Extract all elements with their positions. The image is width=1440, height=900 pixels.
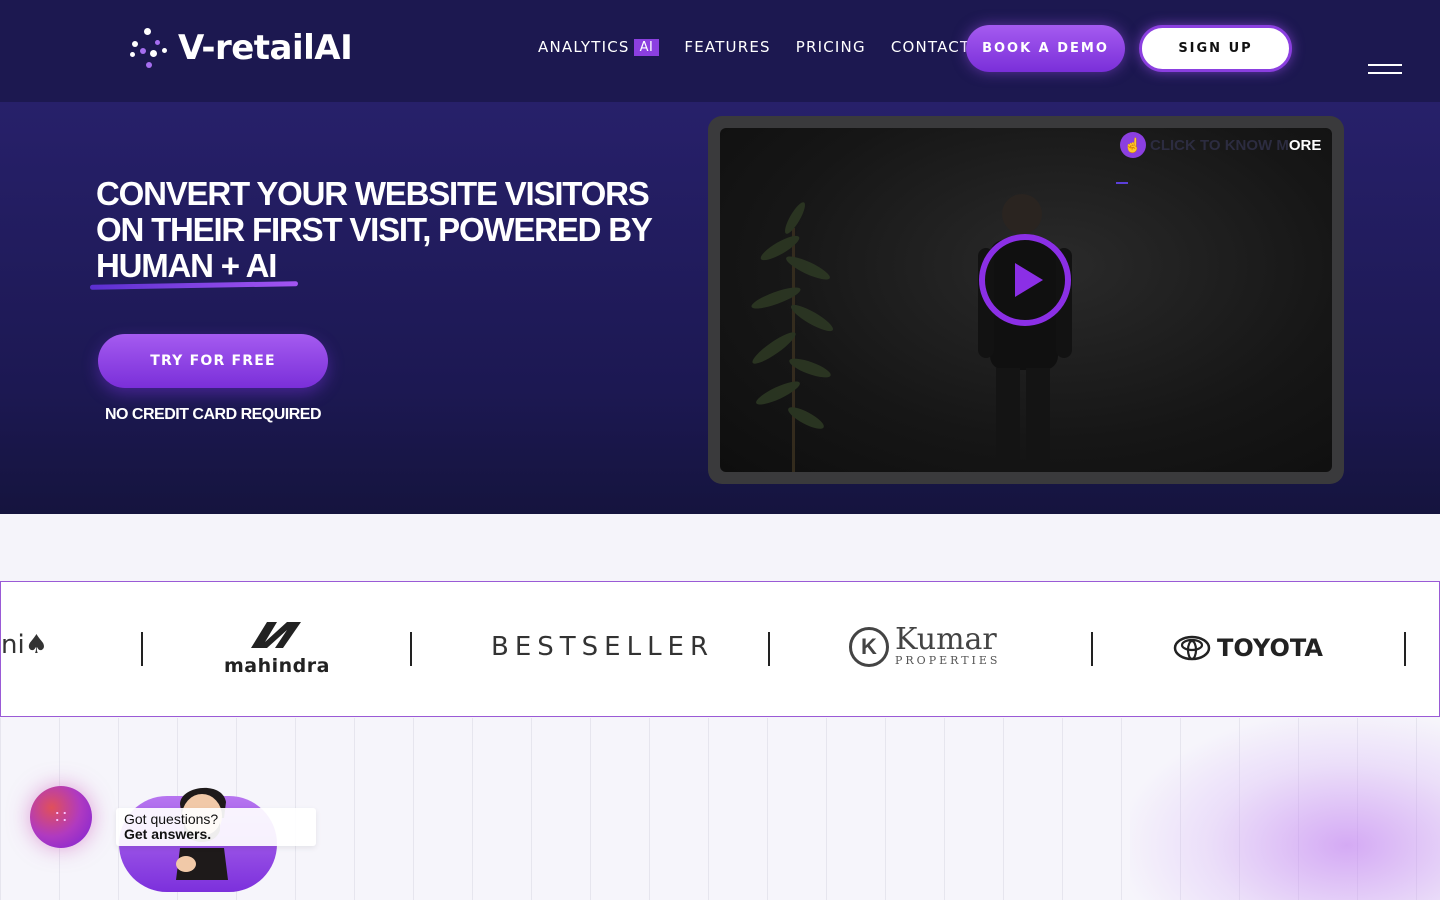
ai-badge: AI	[633, 38, 660, 56]
plant-image	[751, 202, 833, 472]
video-frame: ☝ CLICK TO KNOW M ORE	[708, 116, 1344, 484]
logo-divider	[410, 632, 412, 666]
chat-prompt-line1: Got questions?	[124, 811, 219, 827]
toyota-wordmark: TOYOTA	[1217, 634, 1323, 662]
play-icon	[1015, 263, 1043, 297]
nav-link-features[interactable]: FEATURES	[684, 38, 770, 56]
client-logos-strip: ni♠ mahindra BESTSELLER K Kumar PROPERTI…	[0, 581, 1440, 717]
brand-partial-text: ni	[1, 630, 25, 660]
nav-link-pricing[interactable]: PRICING	[796, 38, 866, 56]
brand-logo[interactable]: V-retailAI	[128, 24, 353, 72]
no-credit-card-note: NO CREDIT CARD REQUIRED	[104, 406, 322, 423]
sign-up-button[interactable]: SIGN UP	[1139, 25, 1292, 72]
hand-pointer-icon: ☝	[1120, 132, 1146, 158]
video-progress-mark	[1116, 182, 1128, 184]
try-for-free-button[interactable]: TRY FOR FREE	[98, 334, 328, 388]
logo-divider	[1091, 632, 1093, 666]
kumar-emblem-icon: K	[849, 626, 889, 667]
brand-logo-toyota: TOYOTA	[1173, 634, 1323, 662]
logo-divider	[1404, 632, 1406, 666]
top-navbar: V-retailAI ANALYTICS AI FEATURES PRICING…	[0, 0, 1440, 102]
play-video-button[interactable]	[979, 234, 1071, 326]
logo-divider	[141, 632, 143, 666]
toyota-emblem-icon	[1173, 635, 1211, 661]
brand-logo-kumar-properties: K Kumar PROPERTIES	[849, 622, 1001, 667]
click-to-know-more-faded: CLICK TO KNOW M	[1150, 136, 1289, 154]
logo-dots-icon	[128, 26, 172, 70]
nav-links: ANALYTICS AI FEATURES PRICING CONTACT	[538, 38, 995, 56]
spade-icon: ♠	[24, 630, 49, 660]
click-to-know-more[interactable]: ☝ CLICK TO KNOW M ORE	[1120, 132, 1321, 158]
brand-logo-mahindra: mahindra	[223, 620, 331, 677]
chat-assistant-orb[interactable]: ∷	[30, 786, 92, 848]
nav-link-analytics[interactable]: ANALYTICS AI	[538, 38, 660, 56]
nav-link-contact[interactable]: CONTACT	[891, 38, 971, 56]
hamburger-menu-icon[interactable]	[1368, 64, 1402, 74]
brand-logo-partial: ni♠	[1, 630, 48, 660]
sparkle-dots-icon: ∷	[55, 807, 67, 827]
click-to-know-more-visible: ORE	[1288, 136, 1322, 154]
chat-prompt-bubble[interactable]: Got questions? Get answers.	[116, 808, 316, 846]
kumar-wordmark: Kumar	[895, 622, 997, 657]
brand-logo-bestseller: BESTSELLER	[491, 632, 715, 662]
video-player[interactable]: ☝ CLICK TO KNOW M ORE	[720, 128, 1332, 472]
book-demo-button[interactable]: BOOK A DEMO	[966, 25, 1125, 72]
hero-headline-text: CONVERT YOUR WEBSITE VISITORS ON THEIR F…	[96, 175, 652, 248]
logo-text: V-retailAI	[178, 28, 353, 68]
hero-headline: CONVERT YOUR WEBSITE VISITORS ON THEIR F…	[96, 176, 656, 284]
mahindra-wordmark: mahindra	[224, 655, 330, 677]
nav-link-analytics-label: ANALYTICS	[538, 38, 630, 56]
kumar-subtitle: PROPERTIES	[895, 654, 1001, 667]
mahindra-emblem-icon	[251, 622, 301, 648]
logo-divider	[768, 632, 770, 666]
hero-section: CONVERT YOUR WEBSITE VISITORS ON THEIR F…	[0, 102, 1440, 514]
decorative-glow	[1130, 718, 1440, 900]
chat-prompt-line2: Get answers.	[124, 826, 212, 842]
hero-headline-highlight: HUMAN + AI	[96, 247, 277, 284]
